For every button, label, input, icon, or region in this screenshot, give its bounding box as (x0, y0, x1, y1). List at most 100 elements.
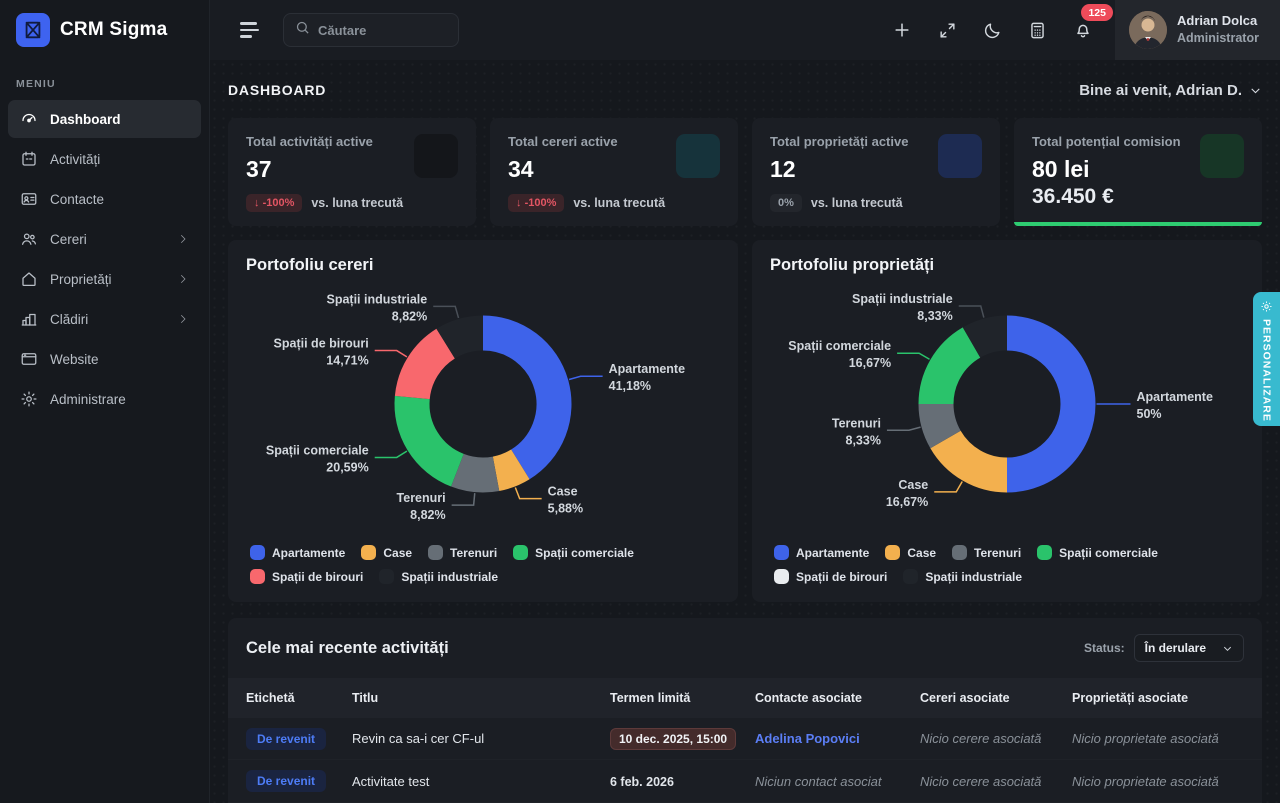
donut-slice[interactable] (936, 343, 972, 404)
due-date-cell: 6 feb. 2026 (610, 775, 674, 789)
legend-label: Case (907, 546, 936, 560)
chevron-right-icon (177, 233, 189, 245)
stat-value: 12 (770, 156, 908, 183)
slice-label: Case16,67% (886, 478, 928, 509)
status-filter-value: În derulare (1145, 641, 1206, 655)
table-title: Cele mai recente activități (246, 639, 449, 658)
chevron-right-icon (177, 313, 189, 325)
cereri-cell: Nicio cerere asociată (920, 731, 1072, 746)
legend-swatch (361, 545, 376, 560)
legend-item[interactable]: Spații de birouri (250, 569, 363, 584)
stat-suffix: vs. luna trecută (311, 196, 403, 210)
sidebar-item-administrare[interactable]: Administrare (8, 380, 201, 418)
contact-link[interactable]: Adelina Popovici (755, 731, 860, 746)
sidebar-toggle-button[interactable] (232, 14, 267, 45)
status-filter-select[interactable]: În derulare (1134, 634, 1244, 662)
table-header-row: Etichetă Titlu Termen limită Contacte as… (228, 678, 1262, 718)
expand-icon (938, 21, 957, 40)
sidebar-item-label: Administrare (50, 392, 126, 407)
legend-item[interactable]: Terenuri (428, 545, 497, 560)
stat-card-comision: Total potențial comision 80 lei 36.450 € (1014, 118, 1262, 226)
building-icon (20, 310, 38, 328)
slice-label: Terenuri8,33% (832, 416, 881, 447)
donut-slice[interactable] (972, 333, 1007, 343)
donut-slice[interactable] (483, 333, 554, 464)
topbar: 125 Adrian Dolca Administrator (210, 0, 1280, 60)
personalizare-tab[interactable]: PERSONALIZARE (1253, 292, 1280, 426)
legend-item[interactable]: Spații industriale (903, 569, 1022, 584)
table-row[interactable]: De revenit Revin ca sa-i cer CF-ul 10 de… (228, 718, 1262, 761)
app-logo-icon (16, 13, 50, 47)
legend-swatch (885, 545, 900, 560)
sidebar-item-cereri[interactable]: Cereri (8, 220, 201, 258)
page-title: DASHBOARD (228, 82, 326, 98)
fullscreen-button[interactable] (930, 13, 965, 48)
sidebar-item-contacte[interactable]: Contacte (8, 180, 201, 218)
sidebar-item-dashboard[interactable]: Dashboard (8, 100, 201, 138)
column-header: Termen limită (610, 691, 755, 705)
welcome-dropdown[interactable]: Bine ai venit, Adrian D. (1079, 82, 1262, 99)
slice-label: Spații de birouri14,71% (274, 337, 369, 368)
legend-item[interactable]: Terenuri (952, 545, 1021, 560)
chart-card-cereri: Portofoliu cereri Apartamente41,18%Case5… (228, 240, 738, 602)
legend-item[interactable]: Spații comerciale (1037, 545, 1158, 560)
legend-item[interactable]: Apartamente (250, 545, 345, 560)
legend-item[interactable]: Apartamente (774, 545, 869, 560)
column-header: Contacte asociate (755, 691, 920, 705)
avatar (1129, 11, 1167, 49)
slice-leader-line (515, 487, 541, 498)
sidebar-item-activitati[interactable]: Activități (8, 140, 201, 178)
dark-mode-button[interactable] (975, 13, 1010, 48)
column-header: Proprietăți asociate (1072, 691, 1244, 705)
donut-slice[interactable] (412, 344, 445, 398)
stat-suffix: vs. luna trecută (811, 196, 903, 210)
donut-slice[interactable] (936, 404, 946, 439)
sidebar-item-label: Contacte (50, 192, 104, 207)
search-input[interactable] (318, 23, 447, 38)
legend-item[interactable]: Case (885, 545, 936, 560)
table-row[interactable]: De revenit Activitate test 6 feb. 2026 N… (228, 760, 1262, 803)
contact-cell: Niciun contact asociat (755, 774, 920, 789)
house-icon (938, 134, 982, 178)
slice-leader-line (569, 376, 603, 379)
slice-leader-line (375, 351, 407, 357)
quick-add-button[interactable] (884, 12, 920, 48)
legend-label: Spații industriale (925, 570, 1022, 584)
cereri-cell: Nicio cerere asociată (920, 774, 1072, 789)
legend-item[interactable]: Spații de birouri (774, 569, 887, 584)
user-menu[interactable]: Adrian Dolca Administrator (1115, 0, 1280, 60)
moon-icon (983, 21, 1002, 40)
logo[interactable]: CRM Sigma (0, 0, 209, 60)
recent-activities-card: Cele mai recente activități Status: În d… (228, 618, 1262, 803)
legend-swatch (1037, 545, 1052, 560)
sidebar-item-cladiri[interactable]: Clădiri (8, 300, 201, 338)
legend-item[interactable]: Spații comerciale (513, 545, 634, 560)
donut-slice[interactable] (946, 439, 1007, 475)
stat-value-lei: 80 lei (1032, 156, 1181, 183)
donut-slice[interactable] (457, 470, 496, 475)
sidebar-item-website[interactable]: Website (8, 340, 201, 378)
stat-value-eur: 36.450 € (1032, 185, 1181, 209)
donut-slice[interactable] (446, 333, 483, 344)
donut-slice[interactable] (496, 464, 520, 473)
gear-icon (20, 390, 38, 408)
stat-card-proprietati: Total proprietăți active 12 0% vs. luna … (752, 118, 1000, 226)
legend-label: Spații de birouri (272, 570, 363, 584)
donut-slice[interactable] (1007, 333, 1078, 475)
legend-swatch (250, 545, 265, 560)
gear-icon (1260, 300, 1273, 313)
sidebar-item-proprietati[interactable]: Proprietăți (8, 260, 201, 298)
personalizare-label: PERSONALIZARE (1261, 319, 1273, 422)
plus-icon (892, 20, 912, 40)
green-accent-bar (1014, 222, 1262, 226)
proprietati-cell: Nicio proprietate asociată (1072, 731, 1244, 746)
donut-slice[interactable] (412, 397, 457, 470)
chart-card-proprietati: Portofoliu proprietăți Apartamente50%Cas… (752, 240, 1262, 602)
calculator-button[interactable] (1020, 13, 1055, 48)
contact-card-icon (20, 190, 38, 208)
legend-item[interactable]: Spații industriale (379, 569, 498, 584)
search-box[interactable] (283, 13, 459, 47)
legend-item[interactable]: Case (361, 545, 412, 560)
legend-swatch (774, 569, 789, 584)
sidebar-item-label: Website (50, 352, 99, 367)
